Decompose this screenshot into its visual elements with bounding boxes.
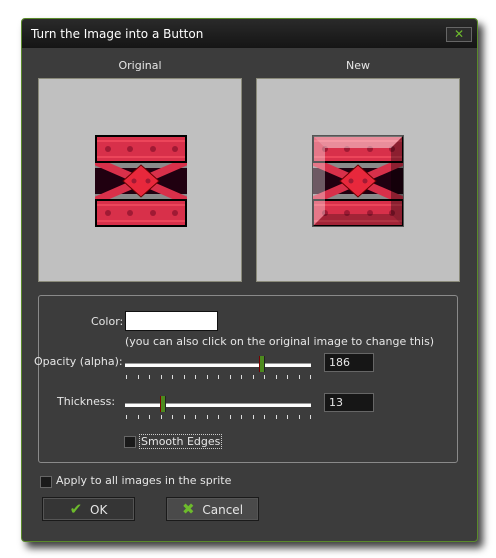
tick-mark <box>195 415 196 419</box>
thickness-input[interactable]: 13 <box>324 393 374 412</box>
color-swatch[interactable] <box>125 311 218 331</box>
title-bar[interactable]: Turn the Image into a Button ✕ <box>22 19 477 48</box>
new-sprite-image <box>312 135 404 227</box>
tick-mark <box>183 415 185 419</box>
smooth-edges-label[interactable]: Smooth Edges <box>139 434 223 449</box>
tick-mark <box>206 375 208 379</box>
cancel-x-icon: ✖ <box>181 500 195 518</box>
tick-mark <box>287 415 288 419</box>
apply-all-checkbox[interactable] <box>40 476 52 488</box>
tick-mark <box>264 415 265 419</box>
tick-mark <box>218 375 219 379</box>
dialog-title: Turn the Image into a Button <box>31 27 204 41</box>
tick-mark <box>241 375 242 379</box>
opacity-input[interactable]: 186 <box>324 353 374 372</box>
tick-mark <box>172 375 173 379</box>
tick-mark <box>310 415 311 419</box>
opacity-label: Opacity (alpha): <box>34 355 123 368</box>
tick-mark <box>137 415 139 419</box>
tick-mark <box>298 415 300 419</box>
tick-mark <box>275 415 277 419</box>
thickness-ticks <box>126 415 312 420</box>
tick-mark <box>310 375 311 379</box>
cancel-button[interactable]: ✖ Cancel <box>166 497 259 521</box>
tick-mark <box>252 415 254 419</box>
tick-mark <box>126 375 127 379</box>
original-label: Original <box>118 59 162 72</box>
tick-mark <box>160 375 162 379</box>
close-button[interactable]: ✕ <box>446 27 472 42</box>
tick-mark <box>206 415 208 419</box>
tick-mark <box>160 415 162 419</box>
tick-mark <box>298 375 300 379</box>
tick-mark <box>195 375 196 379</box>
tick-mark <box>183 375 185 379</box>
original-sprite-image <box>95 135 187 227</box>
tick-mark <box>149 375 150 379</box>
close-x-icon: ✕ <box>453 27 465 41</box>
tick-mark <box>241 415 242 419</box>
tick-mark <box>149 415 150 419</box>
tick-mark <box>229 415 231 419</box>
checkmark-icon: ✔ <box>69 500 83 518</box>
dialog-window: Turn the Image into a Button ✕ Original … <box>21 18 478 542</box>
tick-mark <box>172 415 173 419</box>
tick-mark <box>218 415 219 419</box>
tick-mark <box>137 375 139 379</box>
opacity-slider[interactable] <box>125 356 311 372</box>
tick-mark <box>229 375 231 379</box>
thickness-slider-thumb[interactable] <box>160 396 167 412</box>
new-label: New <box>346 59 370 72</box>
smooth-edges-checkbox[interactable] <box>124 436 136 448</box>
tick-mark <box>287 375 288 379</box>
tick-mark <box>264 375 265 379</box>
tick-mark <box>275 375 277 379</box>
new-image-panel <box>256 78 460 282</box>
ok-button[interactable]: ✔ OK <box>42 497 135 521</box>
opacity-ticks <box>126 375 312 380</box>
color-hint: (you can also click on the original imag… <box>125 335 435 348</box>
thickness-slider[interactable] <box>125 396 311 412</box>
thickness-label: Thickness: <box>57 395 116 408</box>
apply-all-label[interactable]: Apply to all images in the sprite <box>56 474 231 487</box>
original-image-panel[interactable] <box>38 78 242 282</box>
opacity-slider-thumb[interactable] <box>258 356 265 372</box>
color-label: Color: <box>91 315 124 328</box>
tick-mark <box>126 415 127 419</box>
tick-mark <box>252 375 254 379</box>
